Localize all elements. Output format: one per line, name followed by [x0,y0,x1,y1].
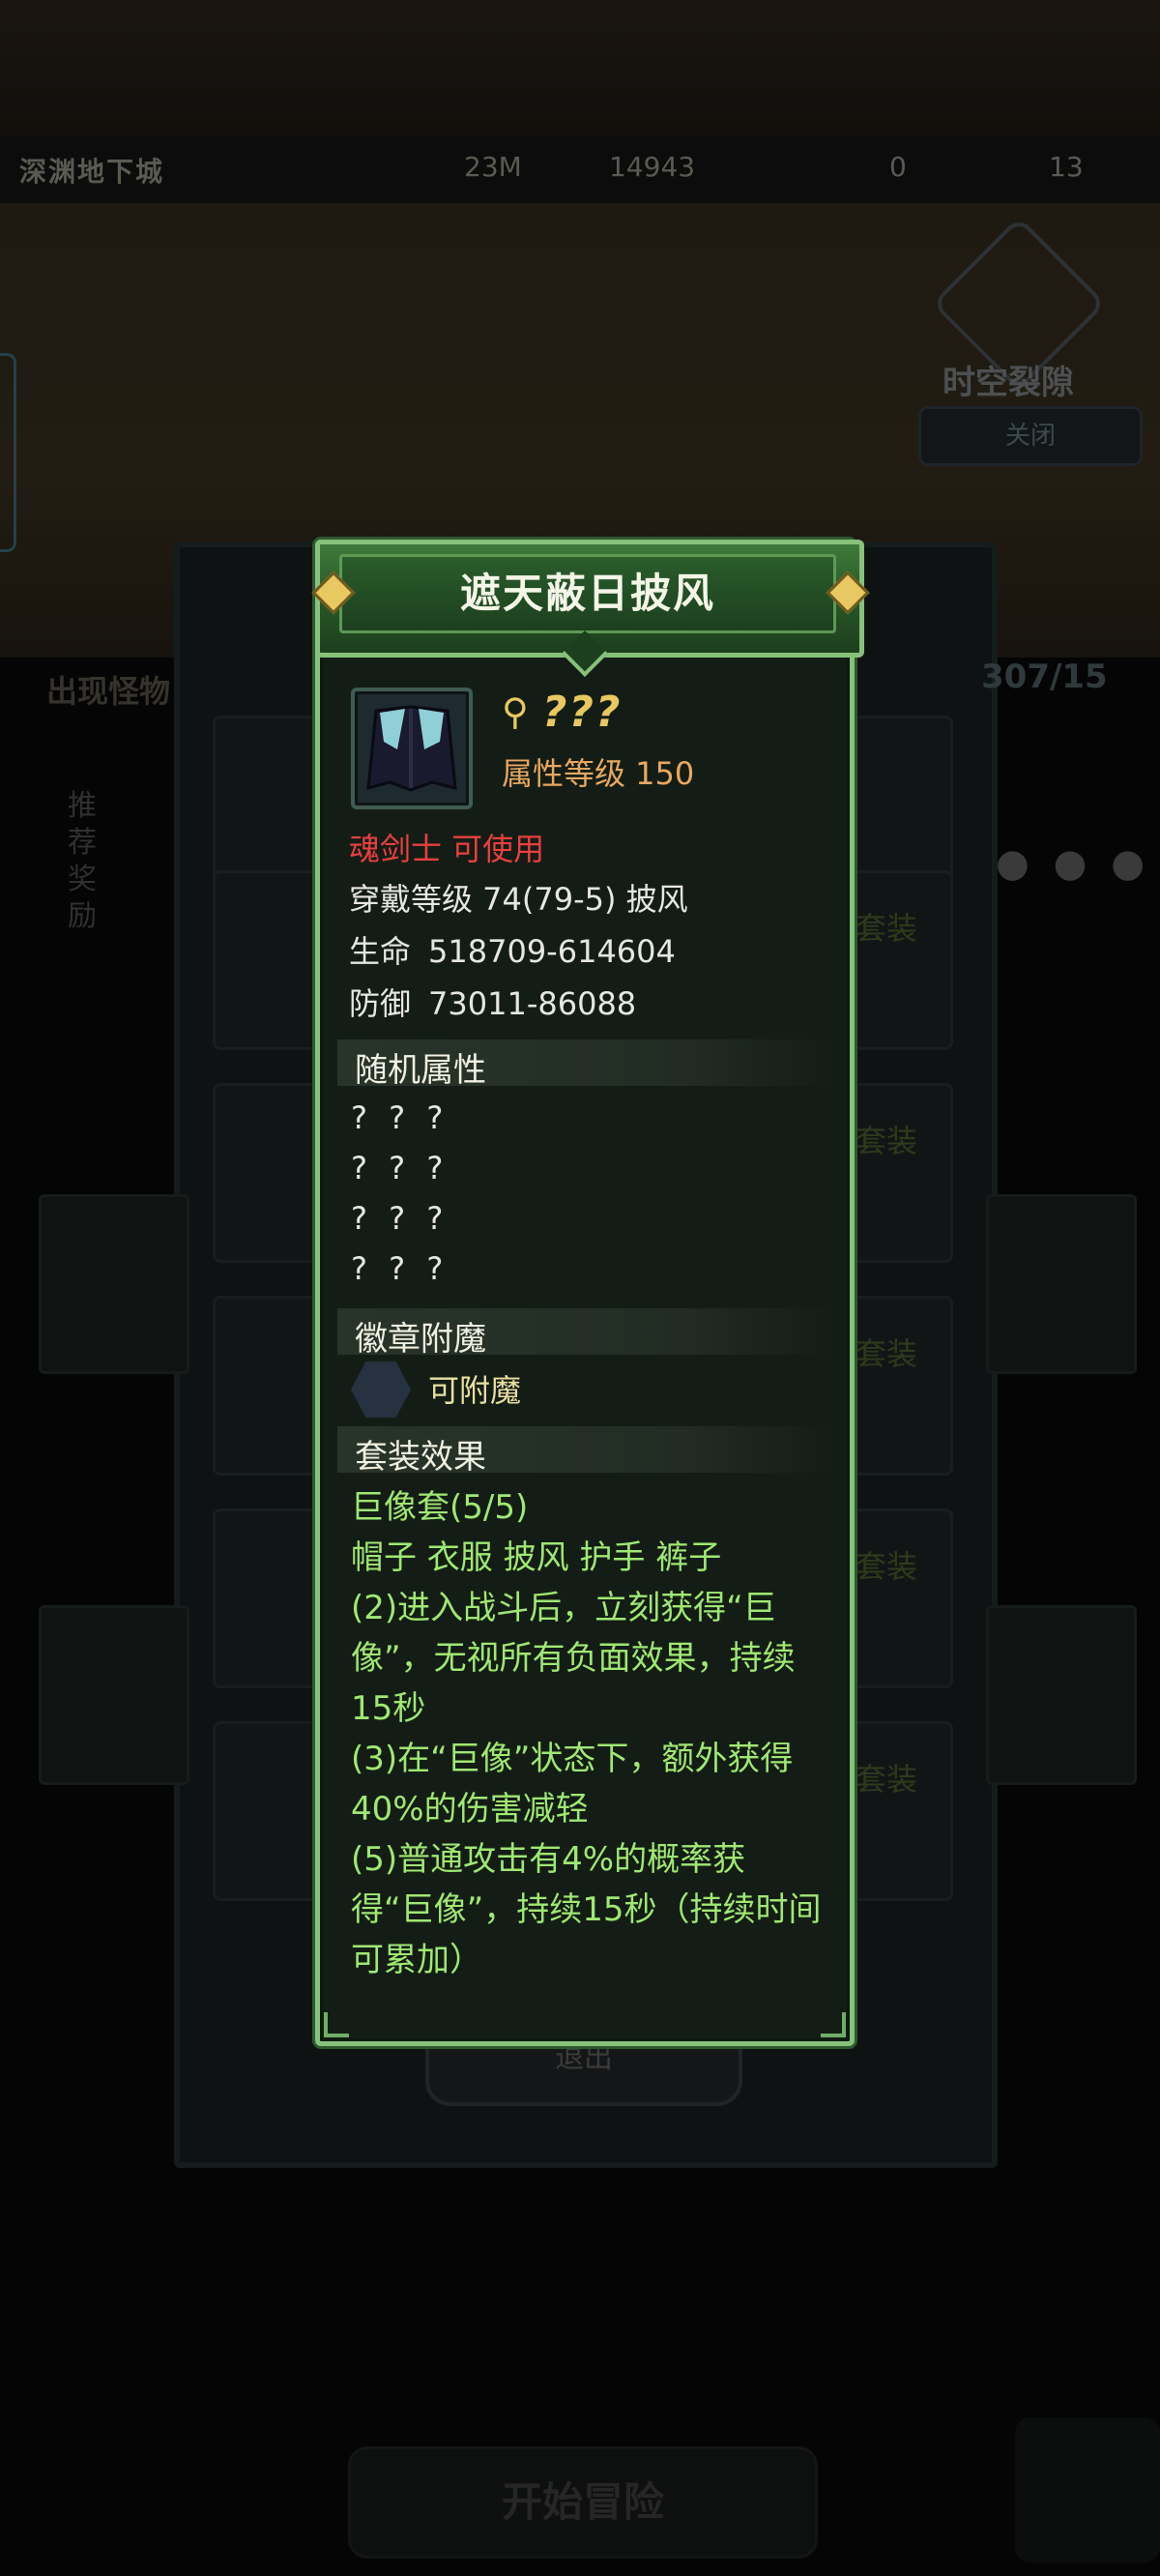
share-arrow-icon[interactable] [1015,2417,1160,2562]
random-attributes-title: 随机属性 [355,1051,486,1090]
defense-value: 73011-86088 [428,985,637,1022]
item-title: 遮天蔽日披风 [459,570,715,617]
defense-stat: 防御 73011-86088 [349,980,636,1024]
gold-count: 23M [464,151,522,183]
frame-corner [324,2012,349,2037]
tooltip-header: 遮天蔽日披风 [311,540,870,678]
set-tag: 套装 [856,1548,918,1585]
attribute-level: 属性等级 150 [502,755,695,792]
stage-name[interactable]: 深渊地下城 [19,151,164,190]
side-card[interactable] [39,1605,189,1785]
random-attribute: ? ? ? [351,1099,450,1136]
set-pieces: 帽子 衣服 披风 护手 裤子 [351,1538,722,1577]
start-adventure-button[interactable]: 开始冒险 [348,2446,818,2559]
set-effect-header: 套装效果 [337,1426,832,1477]
unknown-name-row: ⚲ ??? [502,687,623,737]
set-tag: 套装 [856,1761,918,1798]
set-tag: 套装 [856,910,918,947]
side-tab[interactable] [0,353,16,552]
badge-status: 可附魔 [428,1372,522,1409]
defense-label: 防御 [349,985,412,1022]
side-card[interactable] [39,1194,189,1374]
badge-slot-icon [351,1361,411,1418]
side-card[interactable] [986,1605,1137,1785]
progress-count: 307/15 [981,658,1108,696]
rift-close-button[interactable]: 关闭 [918,406,1143,466]
title-plate: 遮天蔽日披风 [339,554,836,633]
side-card[interactable] [986,1194,1137,1374]
resource-bar: 深渊地下城 23M 14943 0 13 [0,135,1160,203]
reward-label: 推荐奖励 [68,789,97,933]
wear-level: 穿戴等级 74(79-5) 披风 [349,881,688,918]
hp-stat: 生命 518709-614604 [349,927,676,972]
identify-key-icon: ⚲ [502,690,529,733]
cape-item-icon [351,688,473,809]
set-effect-text: 巨像套(5/5) 帽子 衣服 披风 护手 裤子 (2)进入战斗后，立刻获得“巨像… [351,1482,825,1985]
more-icon[interactable]: ● ● ● [996,841,1150,886]
gem-count: 14943 [609,151,696,183]
badge-enchant-title: 徽章附魔 [355,1320,486,1359]
frame-corner [821,2012,846,2037]
hp-label: 生命 [349,933,412,970]
monsters-label: 出现怪物 [46,673,171,710]
set-effect-3: (3)在“巨像”状态下，额外获得40%的伤害减轻 [351,1740,794,1829]
random-attributes-header: 随机属性 [337,1039,832,1090]
unknown-item-name: ??? [541,687,623,737]
background-art [0,0,1160,135]
random-attribute: ? ? ? [351,1200,450,1237]
set-effect-title: 套装效果 [355,1438,486,1477]
item-tooltip[interactable]: 遮天蔽日披风 ⚲ ??? 属性等级 150 魂剑士 可使用 穿戴等级 74(79… [311,540,870,2046]
random-attribute: ? ? ? [351,1150,450,1186]
random-attribute: ? ? ? [351,1250,450,1287]
set-name: 巨像套(5/5) [351,1488,529,1527]
badge-enchant-header: 徽章附魔 [337,1308,832,1359]
set-effect-5: (5)普通攻击有4%的概率获得“巨像”，持续15秒（持续时间可累加） [351,1840,822,1979]
set-tag: 套装 [856,1123,918,1159]
rift-title: 时空裂隙 [942,364,1074,402]
class-requirement: 魂剑士 可使用 [349,831,545,867]
header-notch [561,629,609,678]
hp-value: 518709-614604 [428,933,676,970]
stamina-count: 13 [1049,151,1084,183]
set-effect-2: (2)进入战斗后，立刻获得“巨像”，无视所有负面效果，持续15秒 [351,1589,796,1728]
set-tag: 套装 [856,1335,918,1372]
ticket-count: 0 [889,151,907,183]
